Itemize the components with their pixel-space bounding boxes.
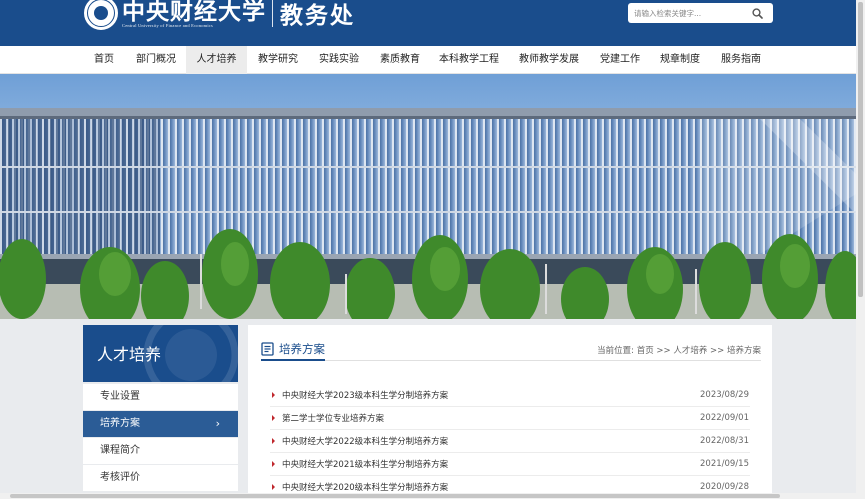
sidebar-title-panel: 人才培养 xyxy=(83,325,238,382)
vertical-scrollbar[interactable] xyxy=(856,0,865,499)
triangle-bullet-icon xyxy=(272,438,275,444)
main-nav: 首页 部门概况 人才培养 教学研究 实践实验 素质教育 本科教学工程 教师教学发… xyxy=(0,46,856,74)
sidebar-item-label: 课程简介 xyxy=(100,445,140,456)
list-item[interactable]: 中央财经大学2021级本科生学分制培养方案 2021/09/15 xyxy=(270,453,750,476)
banner-image xyxy=(0,74,856,319)
list-item-title[interactable]: 中央财经大学2023级本科生学分制培养方案 xyxy=(282,389,750,401)
triangle-bullet-icon xyxy=(272,415,275,421)
list-item-date: 2022/09/01 xyxy=(700,413,749,423)
sidebar-item-label: 培养方案 xyxy=(100,418,140,429)
nav-item-about[interactable]: 部门概况 xyxy=(130,46,182,74)
title-underline xyxy=(261,359,325,361)
search-input[interactable] xyxy=(628,4,746,22)
university-english-name: Central University of Finance and Econom… xyxy=(122,22,213,28)
sidebar-item-label: 专业设置 xyxy=(100,391,140,402)
horizontal-scrollbar[interactable] xyxy=(0,493,856,499)
list-item-date: 2023/08/29 xyxy=(700,390,749,400)
nav-item-service-guide[interactable]: 服务指南 xyxy=(715,46,767,74)
list-item-title[interactable]: 中央财经大学2020级本科生学分制培养方案 xyxy=(282,481,750,493)
site-logo[interactable]: 中央财经大学 Central University of Finance and… xyxy=(84,0,355,34)
triangle-bullet-icon xyxy=(272,461,275,467)
department-name: 教务处 xyxy=(280,2,355,29)
list-item[interactable]: 中央财经大学2022级本科生学分制培养方案 2022/08/31 xyxy=(270,430,750,453)
horizontal-scrollbar-thumb[interactable] xyxy=(10,494,780,498)
content-panel: 培养方案 当前位置: 首页 >> 人才培养 >> 培养方案 中央财经大学2023… xyxy=(248,325,772,499)
nav-item-undergrad-project[interactable]: 本科教学工程 xyxy=(436,46,502,74)
page-title: 培养方案 xyxy=(279,342,325,356)
sidebar-item-assessment[interactable]: 考核评价 xyxy=(83,465,238,491)
list-item-title[interactable]: 第二学士学位专业培养方案 xyxy=(282,412,750,424)
list-item-title[interactable]: 中央财经大学2022级本科生学分制培养方案 xyxy=(282,435,750,447)
list-item-title[interactable]: 中央财经大学2021级本科生学分制培养方案 xyxy=(282,458,750,470)
nav-item-party-work[interactable]: 党建工作 xyxy=(594,46,646,74)
sidebar-item-training-program[interactable]: 培养方案 › xyxy=(83,411,238,437)
breadcrumb: 当前位置: 首页 >> 人才培养 >> 培养方案 xyxy=(597,346,761,356)
university-name: 中央财经大学 xyxy=(122,0,266,25)
nav-item-practice[interactable]: 实践实验 xyxy=(313,46,365,74)
triangle-bullet-icon xyxy=(272,392,275,398)
search-box xyxy=(628,3,773,23)
triangle-bullet-icon xyxy=(272,484,275,490)
campus-building-illustration xyxy=(0,74,856,319)
list-item-date: 2020/09/28 xyxy=(700,482,749,492)
logo-divider xyxy=(272,0,273,27)
nav-item-teaching-research[interactable]: 教学研究 xyxy=(252,46,304,74)
content-header: 培养方案 当前位置: 首页 >> 人才培养 >> 培养方案 xyxy=(261,339,761,361)
nav-item-teacher-development[interactable]: 教师教学发展 xyxy=(513,46,585,74)
article-list: 中央财经大学2023级本科生学分制培养方案 2023/08/29 第二学士学位专… xyxy=(270,384,750,499)
sidebar-item-label: 考核评价 xyxy=(100,472,140,483)
sidebar-menu: 专业设置 培养方案 › 课程简介 考核评价 xyxy=(83,384,238,492)
nav-item-talent-training[interactable]: 人才培养 xyxy=(186,46,247,74)
search-button[interactable] xyxy=(746,4,768,22)
chevron-right-icon: › xyxy=(215,417,220,430)
site-header: 中央财经大学 Central University of Finance and… xyxy=(0,0,856,46)
list-item-date: 2022/08/31 xyxy=(700,436,749,446)
sidebar-title: 人才培养 xyxy=(97,345,162,364)
list-item-date: 2021/09/15 xyxy=(700,459,749,469)
university-seal-icon xyxy=(84,0,118,30)
sidebar-item-majors[interactable]: 专业设置 xyxy=(83,384,238,410)
nav-item-quality-education[interactable]: 素质教育 xyxy=(374,46,426,74)
nav-item-home[interactable]: 首页 xyxy=(84,46,124,74)
vertical-scrollbar-thumb[interactable] xyxy=(858,2,863,297)
list-item[interactable]: 中央财经大学2023级本科生学分制培养方案 2023/08/29 xyxy=(270,384,750,407)
search-icon xyxy=(751,7,763,19)
sidebar-item-course-intro[interactable]: 课程简介 xyxy=(83,438,238,464)
nav-item-regulations[interactable]: 规章制度 xyxy=(654,46,706,74)
list-item[interactable]: 第二学士学位专业培养方案 2022/09/01 xyxy=(270,407,750,430)
document-icon xyxy=(261,342,274,356)
